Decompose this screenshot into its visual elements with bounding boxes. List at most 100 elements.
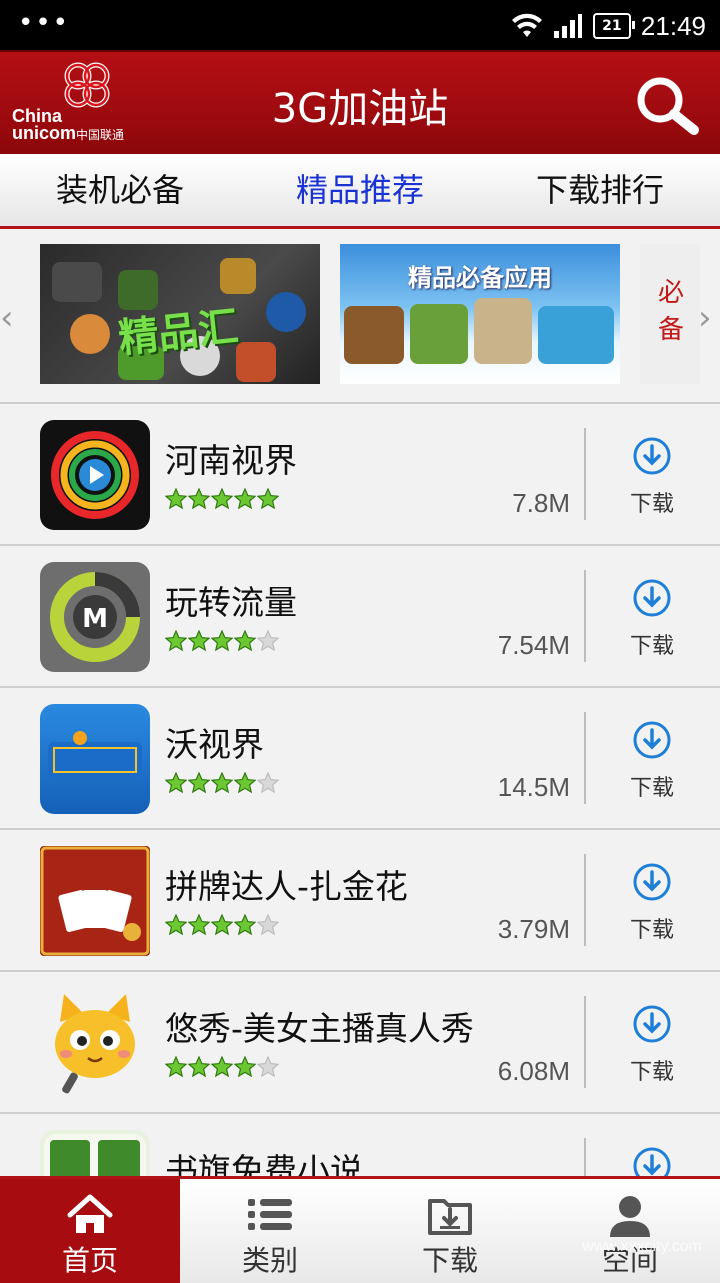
- banner-slide-3[interactable]: 必备: [640, 244, 700, 384]
- download-label: 下载: [629, 634, 674, 659]
- app-name: 沃视界: [165, 725, 264, 764]
- star-filled-icon: [165, 630, 187, 652]
- pinpai-daren-app-icon: [40, 846, 150, 956]
- star-filled-icon: [165, 914, 187, 936]
- list-item[interactable]: 拼牌达人-扎金花 3.79M 下载: [0, 830, 720, 972]
- banner-slide-2[interactable]: 精品必备应用: [340, 244, 620, 384]
- star-empty-icon: [257, 772, 279, 794]
- game-screenshot-icon: [474, 298, 532, 364]
- home-icon: [67, 1194, 113, 1233]
- notification-dots: •••: [18, 8, 71, 38]
- carousel-next-arrow-icon[interactable]: ›: [698, 300, 718, 336]
- star-filled-icon: [234, 914, 256, 936]
- divider: [584, 996, 586, 1088]
- wanzhuan-liuliang-app-icon: M: [40, 562, 150, 672]
- search-button[interactable]: [630, 72, 702, 136]
- game-screenshot-icon: [410, 304, 468, 364]
- download-button[interactable]: 下载: [604, 720, 700, 810]
- star-filled-icon: [234, 630, 256, 652]
- download-button[interactable]: [604, 1146, 700, 1176]
- wo-shijie-app-icon: [40, 704, 150, 814]
- app-name: 河南视界: [165, 441, 297, 480]
- star-empty-icon: [257, 630, 279, 652]
- download-button[interactable]: 下载: [604, 578, 700, 668]
- nav-label: 下载: [421, 1244, 478, 1277]
- nav-categories[interactable]: 类别: [180, 1179, 360, 1283]
- game-screenshot-icon: [344, 306, 404, 364]
- app-name: 玩转流量: [165, 583, 297, 622]
- download-label: 下载: [629, 918, 674, 943]
- download-label: 下载: [629, 492, 674, 517]
- app-size: 6.08M: [497, 1056, 570, 1086]
- app-tile-icon: [236, 342, 276, 382]
- download-button[interactable]: 下载: [604, 862, 700, 952]
- divider: [584, 428, 586, 520]
- app-list: 河南视界 7.8M 下载 M 玩转流量 7.54M 下载 沃视界 14.5M 下…: [0, 404, 720, 1176]
- tab-download-ranking[interactable]: 下载排行: [480, 154, 720, 226]
- clock: 21:49: [640, 10, 706, 41]
- wifi-icon: [511, 13, 542, 37]
- game-screenshot-icon: [538, 306, 614, 364]
- divider: [584, 854, 586, 946]
- tab-featured[interactable]: 精品推荐: [240, 154, 480, 226]
- app-name: 拼牌达人-扎金花: [165, 867, 408, 906]
- star-filled-icon: [234, 772, 256, 794]
- app-name: 书旗免费小说: [165, 1151, 363, 1176]
- star-filled-icon: [211, 630, 233, 652]
- nav-label: 首页: [61, 1244, 118, 1277]
- rating-stars: [165, 914, 279, 936]
- banner-slide-1[interactable]: 精品汇: [40, 244, 320, 384]
- star-filled-icon: [188, 772, 210, 794]
- app-size: 7.8M: [512, 488, 570, 518]
- download-button[interactable]: 下载: [604, 1004, 700, 1094]
- battery-level: 21: [602, 18, 622, 34]
- search-icon: [637, 77, 699, 135]
- nav-downloads[interactable]: 下载: [360, 1179, 540, 1283]
- download-button[interactable]: 下载: [604, 436, 700, 526]
- nav-home[interactable]: 首页: [0, 1179, 180, 1283]
- user-icon: [610, 1196, 650, 1237]
- category-tabs: 装机必备 精品推荐 下载排行: [0, 154, 720, 229]
- app-tile-icon: [52, 262, 102, 302]
- list-item[interactable]: 沃视界 14.5M 下载: [0, 688, 720, 830]
- page-title: 3G加油站: [271, 86, 449, 132]
- nav-space[interactable]: 空间: [540, 1179, 720, 1283]
- list-item[interactable]: 河南视界 7.8M 下载: [0, 404, 720, 546]
- download-icon: [633, 863, 671, 901]
- download-icon: [633, 1147, 671, 1176]
- carousel-prev-arrow-icon[interactable]: ‹: [0, 300, 20, 336]
- rating-stars: [165, 772, 279, 794]
- svg-text:M: M: [82, 604, 108, 634]
- divider: [584, 570, 586, 662]
- star-filled-icon: [211, 1056, 233, 1078]
- download-folder-icon: [428, 1199, 472, 1235]
- app-tile-icon: [220, 258, 256, 294]
- download-icon: [633, 437, 671, 475]
- divider: [584, 712, 586, 804]
- app-header: China unicom中国联通 3G加油站: [0, 50, 720, 154]
- list-item[interactable]: 书旗免费小说: [0, 1114, 720, 1176]
- download-label: 下载: [629, 1060, 674, 1085]
- status-bar: ••• 21 21:49: [0, 0, 720, 50]
- star-filled-icon: [211, 488, 233, 510]
- download-icon: [633, 721, 671, 759]
- rating-stars: [165, 488, 279, 510]
- star-filled-icon: [165, 488, 187, 510]
- banner-slide-3-text: 必备: [658, 278, 685, 345]
- app-tile-icon: [70, 314, 110, 354]
- star-filled-icon: [234, 488, 256, 510]
- list-item[interactable]: M 玩转流量 7.54M 下载: [0, 546, 720, 688]
- rating-stars: [165, 1056, 279, 1078]
- star-filled-icon: [188, 914, 210, 936]
- tab-essentials[interactable]: 装机必备: [0, 154, 240, 226]
- star-filled-icon: [188, 488, 210, 510]
- app-size: 14.5M: [497, 772, 570, 802]
- star-filled-icon: [211, 772, 233, 794]
- download-icon: [633, 1005, 671, 1043]
- watermark: www.xxxcity.com: [582, 1238, 702, 1255]
- app-size: 3.79M: [497, 914, 570, 944]
- battery-icon: 21: [592, 13, 635, 39]
- youxiu-cat-app-icon: [40, 988, 150, 1098]
- star-filled-icon: [165, 772, 187, 794]
- list-item[interactable]: 悠秀-美女主播真人秀 6.08M 下载: [0, 972, 720, 1114]
